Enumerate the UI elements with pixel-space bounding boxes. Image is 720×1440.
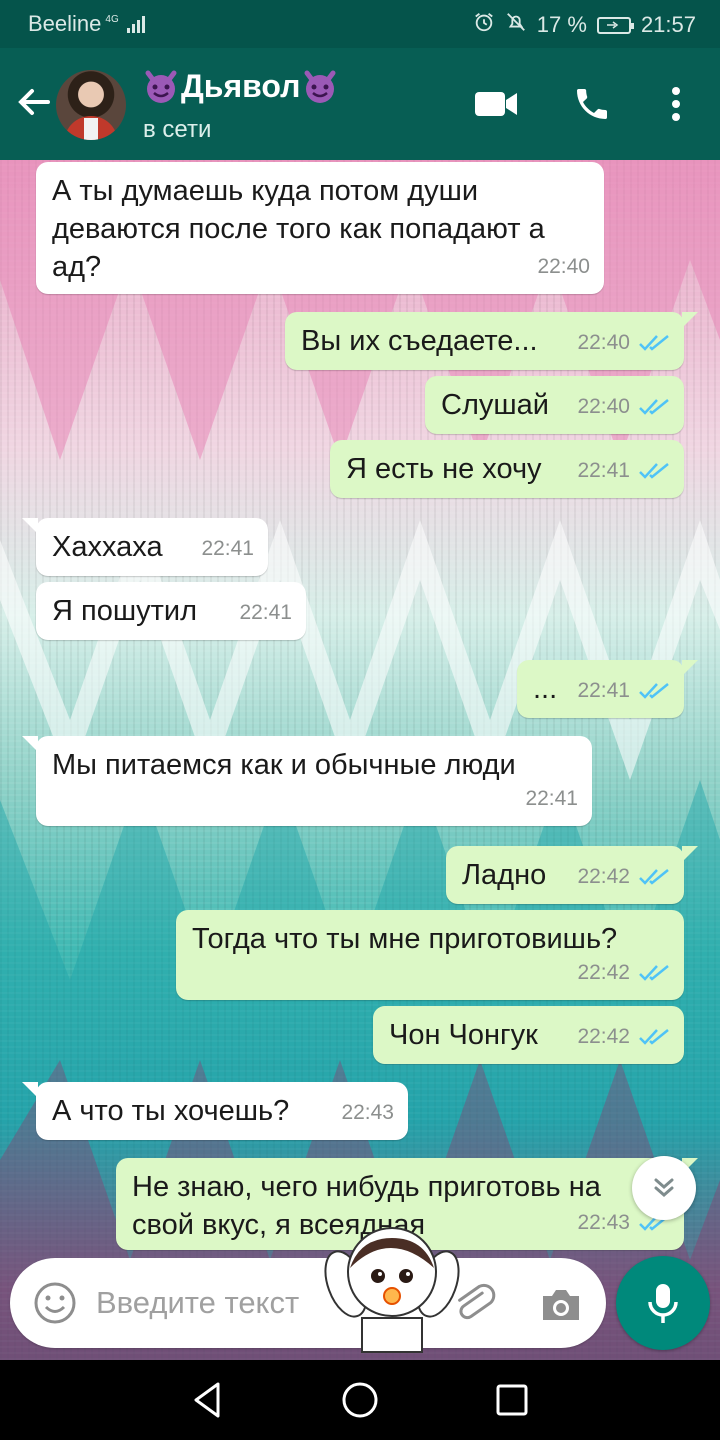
message-time: 22:41: [201, 537, 254, 560]
read-check-icon: [639, 335, 669, 351]
status-bar: Beeline 4G 17 % 21:57: [0, 0, 720, 48]
emoji-icon: [34, 1282, 76, 1324]
read-check-icon: [639, 399, 669, 415]
network-type: 4G: [105, 14, 119, 25]
contact-name[interactable]: Дьявол: [143, 68, 338, 105]
status-indicators: 17 % 21:57: [473, 11, 696, 39]
message-time: 22:43: [577, 1211, 630, 1234]
read-check-icon: [639, 869, 669, 885]
alarm-icon: [473, 11, 495, 39]
message-time: 22:40: [577, 331, 630, 354]
message-bubble-outgoing[interactable]: Вы их съедаете... 22:40: [285, 312, 698, 370]
message-time: 22:43: [341, 1101, 394, 1124]
nav-home-button[interactable]: [338, 1378, 382, 1422]
message-time: 22:42: [577, 865, 630, 888]
carrier-name: Beeline: [28, 11, 102, 36]
circle-home-icon: [342, 1382, 378, 1418]
message-text: А ты думаешь куда потом души деваются по…: [52, 175, 545, 283]
message-input-bar: [10, 1258, 606, 1348]
message-text: Мы питаемся как и обычные люди: [52, 749, 516, 781]
message-text: Тогда что ты мне приготовишь?: [192, 923, 618, 955]
scroll-to-bottom-button[interactable]: [632, 1156, 696, 1220]
sticker-image: [324, 1227, 460, 1353]
mute-icon: [505, 11, 527, 39]
message-time: 22:40: [577, 395, 630, 418]
read-check-icon: [639, 463, 669, 479]
voice-message-button[interactable]: [616, 1256, 710, 1350]
devil-emoji-icon: [302, 69, 338, 105]
voice-call-button[interactable]: [568, 80, 616, 128]
signal-icon: [126, 15, 145, 33]
message-time: 22:42: [577, 1025, 630, 1048]
chat-header: Дьявол в сети: [0, 48, 720, 160]
system-nav-bar: [0, 1360, 720, 1440]
camera-icon: [543, 1290, 579, 1320]
chat-background: А ты думаешь куда потом души деваются по…: [0, 160, 720, 1360]
square-recents-icon: [496, 1384, 528, 1416]
double-chevron-down-icon: [654, 1178, 674, 1197]
nav-back-button[interactable]: [186, 1378, 230, 1422]
message-time: 22:41: [525, 787, 578, 810]
carrier-info: Beeline 4G: [28, 11, 145, 37]
message-bubble-incoming[interactable]: А ты думаешь куда потом души деваются по…: [36, 162, 604, 294]
video-call-icon: [475, 92, 517, 116]
message-bubble-outgoing[interactable]: ... 22:41: [517, 660, 698, 718]
read-check-icon: [639, 683, 669, 699]
message-bubble-outgoing[interactable]: Слушай 22:40: [425, 376, 684, 434]
message-bubble-outgoing[interactable]: Я есть не хочу 22:41: [330, 440, 684, 498]
more-vert-icon: [672, 87, 680, 121]
nav-recents-button[interactable]: [490, 1378, 534, 1422]
message-time: 22:41: [577, 459, 630, 482]
back-button[interactable]: [14, 82, 54, 122]
clock: 21:57: [640, 12, 696, 37]
online-status: в сети: [143, 116, 212, 143]
message-time: 22:41: [239, 601, 292, 624]
avatar[interactable]: [56, 70, 126, 140]
phone-icon: [577, 89, 607, 119]
message-time: 22:40: [537, 255, 590, 278]
more-options-button[interactable]: [652, 80, 700, 128]
message-bubble-outgoing[interactable]: Тогда что ты мне приготовишь? 22:42: [176, 910, 684, 1000]
microphone-icon: [648, 1284, 678, 1323]
message-time: 22:41: [577, 679, 630, 702]
message-time: 22:42: [577, 961, 630, 984]
devil-emoji-icon: [143, 69, 179, 105]
message-bubble-incoming[interactable]: Хаххаха 22:41: [22, 518, 268, 576]
battery-percent: 17 %: [536, 12, 587, 37]
message-bubble-incoming[interactable]: Мы питаемся как и обычные люди 22:41: [22, 736, 592, 826]
read-check-icon: [639, 1029, 669, 1045]
emoji-button[interactable]: [32, 1280, 78, 1326]
message-bubble-outgoing[interactable]: Чон Чонгук 22:42: [373, 1006, 684, 1064]
read-check-icon: [639, 965, 669, 981]
message-bubble-outgoing[interactable]: Ладно 22:42: [446, 846, 698, 904]
back-arrow-icon: [18, 89, 50, 115]
message-bubble-incoming[interactable]: А что ты хочешь? 22:43: [22, 1082, 408, 1140]
triangle-back-icon: [194, 1382, 220, 1418]
contact-name-text: Дьявол: [181, 68, 301, 104]
message-bubble-incoming[interactable]: Я пошутил 22:41: [36, 582, 306, 640]
battery-icon: [596, 16, 634, 34]
video-call-button[interactable]: [472, 80, 520, 128]
camera-button[interactable]: [538, 1282, 584, 1328]
